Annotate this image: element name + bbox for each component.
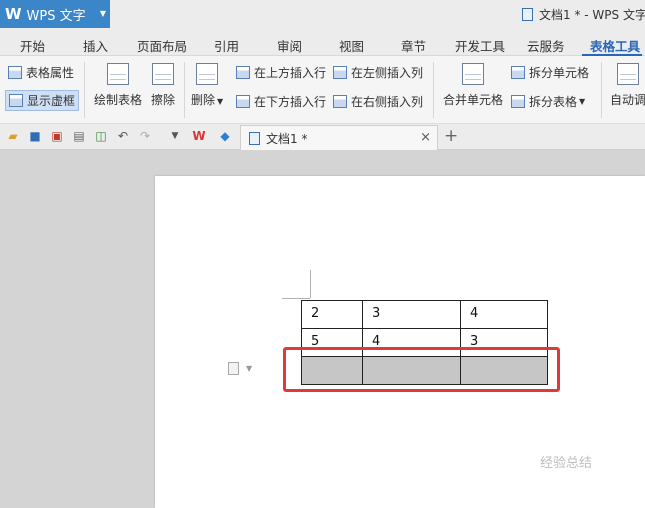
- save-icon[interactable]: ■: [28, 129, 42, 143]
- table-cell[interactable]: 2: [301, 300, 363, 329]
- divider: [433, 62, 434, 118]
- wps-logo: W: [5, 5, 22, 23]
- print-icon[interactable]: ▤: [72, 129, 86, 143]
- highlight-annotation: [283, 347, 560, 392]
- open-folder-icon[interactable]: ▰: [6, 129, 20, 143]
- chevron-down-icon[interactable]: ▼: [246, 364, 252, 373]
- draw-table-button[interactable]: 绘制表格: [94, 63, 142, 108]
- undo-icon[interactable]: ↶: [116, 129, 130, 143]
- split-cells-icon: [511, 66, 525, 79]
- tab-sections[interactable]: 章节: [401, 36, 426, 55]
- insert-row-above-button[interactable]: 在上方插入行: [236, 64, 326, 81]
- insert-row-above-icon: [236, 66, 250, 79]
- auto-fit-button[interactable]: 自动调: [610, 63, 645, 108]
- merge-cells-button[interactable]: 合并单元格: [443, 63, 503, 108]
- table-row: 2 3 4: [301, 300, 548, 329]
- draw-table-icon: [107, 63, 129, 85]
- table-properties-icon: [8, 66, 22, 79]
- insert-column-right-icon: [333, 95, 347, 108]
- close-icon[interactable]: ×: [420, 130, 431, 145]
- delete-button[interactable]: 删除 ▼: [191, 63, 223, 108]
- chevron-down-icon[interactable]: ▼: [168, 129, 182, 143]
- split-table-icon: [511, 95, 525, 108]
- auto-fit-icon: [617, 63, 639, 85]
- tab-table-tools[interactable]: 表格工具: [590, 36, 640, 55]
- window-title: 文档1 * - WPS 文字: [522, 6, 645, 23]
- table-properties-button[interactable]: 表格属性: [8, 64, 74, 81]
- show-gridlines-button[interactable]: 显示虚框: [5, 90, 80, 111]
- divider: [184, 62, 185, 118]
- document-tab-label: 文档1 *: [266, 131, 308, 146]
- insert-row-below-button[interactable]: 在下方插入行: [236, 93, 326, 110]
- split-cells-button[interactable]: 拆分单元格: [511, 64, 589, 81]
- erase-button[interactable]: 擦除: [151, 63, 175, 108]
- tab-home[interactable]: 开始: [20, 36, 45, 55]
- quick-access-bar: ▰ ■ ▣ ▤ ◫ ↶ ↷ ▼ W ◆ 文档1 * × +: [0, 124, 645, 150]
- divider: [84, 62, 85, 118]
- chevron-down-icon: ▼: [217, 97, 224, 106]
- chevron-down-icon[interactable]: ▼: [100, 9, 106, 18]
- merge-cells-icon: [462, 63, 484, 85]
- document-icon: [249, 131, 260, 145]
- export-pdf-icon[interactable]: ▣: [50, 129, 64, 143]
- gridlines-icon: [9, 94, 23, 107]
- insert-column-right-button[interactable]: 在右侧插入列: [333, 93, 423, 110]
- tab-page-layout[interactable]: 页面布局: [137, 36, 187, 55]
- app-menu-button[interactable]: W WPS 文字 ▼: [0, 0, 110, 28]
- new-tab-button[interactable]: +: [444, 126, 458, 146]
- tab-review[interactable]: 审阅: [277, 36, 302, 55]
- insert-row-below-icon: [236, 95, 250, 108]
- app-name: WPS 文字: [26, 8, 86, 24]
- watermark: 经验总结: [540, 456, 593, 471]
- eraser-icon: [152, 63, 174, 85]
- table-cell[interactable]: 3: [362, 300, 461, 329]
- tab-insert[interactable]: 插入: [83, 36, 108, 55]
- insert-column-left-button[interactable]: 在左侧插入列: [333, 64, 423, 81]
- wps-docer-icon[interactable]: W: [192, 129, 206, 143]
- chevron-down-icon: ▼: [579, 97, 586, 106]
- menu-bar: 开始 插入 页面布局 引用 审阅 视图 章节 开发工具 云服务 表格工具: [0, 30, 645, 56]
- divider: [601, 62, 602, 118]
- tab-view[interactable]: 视图: [339, 36, 364, 55]
- table-cell[interactable]: 4: [460, 300, 548, 329]
- print-preview-icon[interactable]: ◫: [94, 129, 108, 143]
- document-tab[interactable]: 文档1 * ×: [240, 125, 438, 150]
- document-icon: [522, 8, 533, 21]
- split-table-button[interactable]: 拆分表格 ▼: [511, 93, 585, 110]
- tab-cloud[interactable]: 云服务: [527, 36, 565, 55]
- tab-developer[interactable]: 开发工具: [455, 36, 505, 55]
- margin-crop-mark: [282, 298, 310, 299]
- cloud-cube-icon[interactable]: ◆: [218, 129, 232, 143]
- redo-icon[interactable]: ↷: [138, 129, 152, 143]
- ribbon: 表格属性 显示虚框 绘制表格 擦除 删除 ▼ 在上方插入行 在下方插入行 在左侧插…: [0, 56, 645, 124]
- tab-references[interactable]: 引用: [214, 36, 239, 55]
- insert-column-left-icon: [333, 66, 347, 79]
- delete-table-icon: [196, 63, 219, 85]
- title-bar: W WPS 文字 ▼ 文档1 * - WPS 文字: [0, 0, 645, 30]
- paragraph-layout-icon[interactable]: [228, 362, 239, 375]
- margin-crop-mark: [310, 270, 311, 298]
